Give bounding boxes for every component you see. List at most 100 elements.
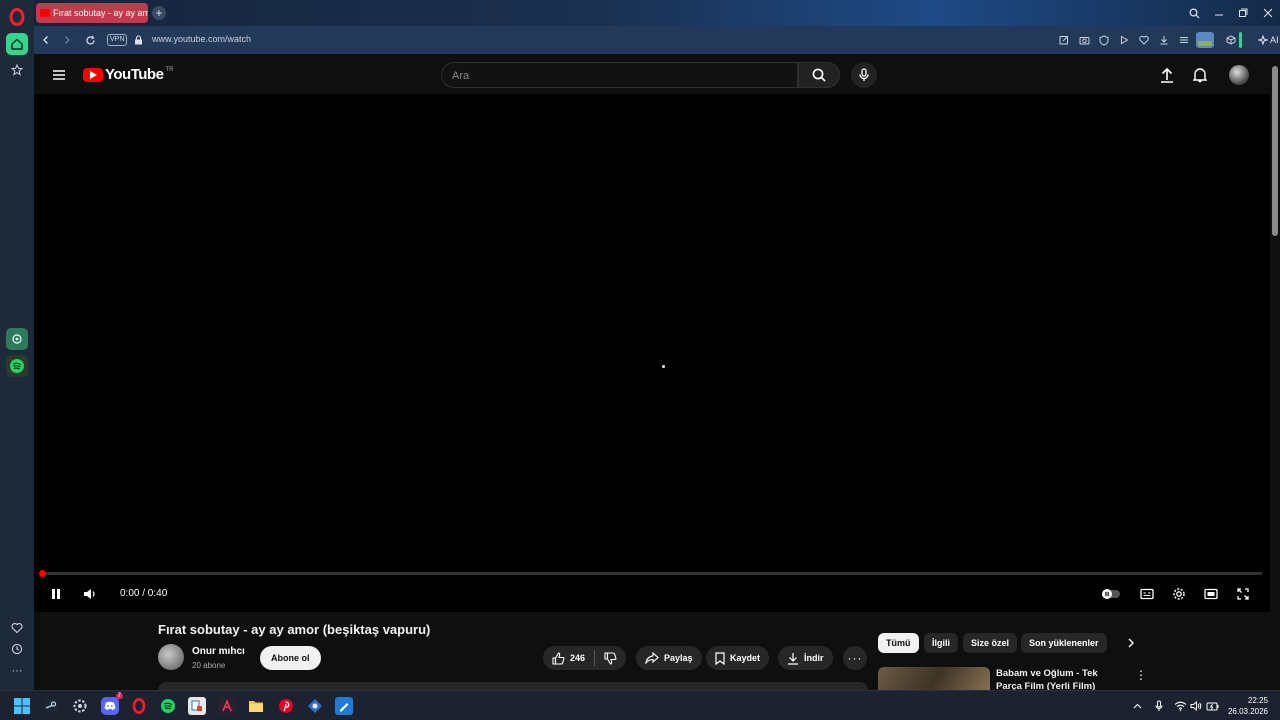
system-clock[interactable]: 22:25 26.03.2026: [1222, 695, 1268, 717]
file-explorer-icon[interactable]: [247, 697, 265, 715]
notifications-bell-icon[interactable]: [1190, 65, 1210, 85]
notepad-app-icon[interactable]: [188, 697, 206, 715]
play-media-icon[interactable]: [1117, 33, 1131, 47]
share-label: Paylaş: [664, 653, 693, 663]
settings-button[interactable]: [1168, 583, 1190, 605]
more-actions-button[interactable]: ···: [843, 646, 867, 670]
subscriber-count: 20 abone: [192, 661, 226, 670]
ai-label: AI: [1270, 35, 1279, 45]
wifi-icon[interactable]: [1173, 699, 1187, 713]
chatgpt-icon[interactable]: [6, 328, 28, 350]
tab-bar: Fırat sobutay - ay ay amor +: [34, 0, 1280, 26]
battery-icon[interactable]: [1205, 699, 1219, 713]
speaker-icon[interactable]: [1189, 699, 1203, 713]
pinterest-icon[interactable]: [277, 697, 295, 715]
youtube-logo[interactable]: YouTube TR: [83, 66, 173, 83]
minimize-button[interactable]: [1211, 5, 1227, 21]
heart-icon[interactable]: [6, 617, 28, 639]
search-placeholder: Ara: [452, 70, 470, 82]
chip-related[interactable]: İlgili: [924, 633, 958, 653]
theater-mode-button[interactable]: [1200, 583, 1222, 605]
url-field[interactable]: www.youtube.com/watch: [152, 34, 251, 44]
dislike-button[interactable]: [604, 651, 617, 665]
lock-icon[interactable]: [131, 33, 145, 47]
editor-app-icon[interactable]: [335, 697, 353, 715]
chip-recently-uploaded[interactable]: Son yüklenenler: [1021, 633, 1107, 653]
separator-bar: [1239, 32, 1242, 48]
camera-snapshot-icon[interactable]: [1077, 33, 1091, 47]
subscribe-button[interactable]: Abone ol: [260, 646, 321, 670]
pause-button[interactable]: [45, 583, 67, 605]
chevron-up-icon[interactable]: [1130, 699, 1144, 713]
easy-setup-menu-icon[interactable]: [1177, 33, 1191, 47]
recommendation-menu-button[interactable]: ⋮: [1134, 668, 1148, 682]
home-icon[interactable]: [6, 33, 28, 55]
chevron-right-icon[interactable]: [1122, 634, 1140, 652]
forward-icon[interactable]: [60, 33, 74, 47]
video-player[interactable]: 0:00 / 0:40: [34, 94, 1270, 612]
volume-button[interactable]: [79, 583, 101, 605]
windows-start-icon[interactable]: [13, 697, 31, 715]
tab-youtube[interactable]: Fırat sobutay - ay ay amor: [36, 3, 148, 23]
recommendation-thumbnail[interactable]: [878, 667, 990, 690]
search-button[interactable]: [798, 62, 840, 88]
chip-for-you[interactable]: Size özel: [963, 633, 1018, 653]
like-button[interactable]: 246: [552, 651, 585, 665]
download-icon[interactable]: [1157, 33, 1171, 47]
extensions-cube-icon[interactable]: [1224, 33, 1238, 47]
back-icon[interactable]: [39, 33, 53, 47]
network-app-icon[interactable]: [306, 697, 324, 715]
favorite-heart-icon[interactable]: [1137, 33, 1151, 47]
shield-adblock-icon[interactable]: [1097, 33, 1111, 47]
microphone-icon: [859, 68, 869, 81]
aria-ai-button[interactable]: AI: [1254, 31, 1280, 49]
opera-logo-icon[interactable]: [8, 8, 26, 26]
new-tab-button[interactable]: +: [152, 6, 166, 20]
discord-icon[interactable]: 7: [101, 693, 123, 715]
channel-name[interactable]: Onur mıhcı: [192, 646, 245, 657]
progress-bar[interactable]: [39, 570, 1262, 577]
chip-all[interactable]: Tümü: [878, 633, 919, 653]
channel-avatar[interactable]: [158, 644, 184, 670]
fullscreen-button[interactable]: [1232, 583, 1254, 605]
history-clock-icon[interactable]: [6, 638, 28, 660]
spotify-taskbar-icon[interactable]: [159, 697, 177, 715]
scrollbar-thumb[interactable]: [1272, 66, 1278, 236]
more-dots-icon[interactable]: ···: [6, 660, 28, 682]
restore-button[interactable]: [1235, 5, 1251, 21]
profile-picture-icon[interactable]: [1196, 32, 1214, 48]
vpn-badge[interactable]: VPN: [107, 34, 128, 46]
subtitles-button[interactable]: [1136, 583, 1158, 605]
hamburger-menu-icon[interactable]: [49, 65, 69, 85]
close-window-button[interactable]: [1260, 5, 1276, 21]
discord-badge: 7: [115, 693, 123, 699]
download-button[interactable]: İndir: [778, 646, 833, 670]
windows-taskbar: 7 22:25 26.03.2026: [0, 690, 1280, 720]
thumbs-down-icon: [604, 651, 617, 665]
edit-note-icon[interactable]: [1057, 33, 1071, 47]
steam-icon[interactable]: [42, 697, 60, 715]
youtube-play-logo-icon: [83, 67, 103, 82]
search-icon: [812, 68, 826, 82]
opera-taskbar-icon[interactable]: [130, 697, 148, 715]
upload-icon[interactable]: [1157, 65, 1177, 85]
spotify-icon[interactable]: [6, 355, 28, 377]
volume-icon: [84, 589, 95, 599]
recommendation-title[interactable]: Babam ve Oğlum - Tek Parça Film (Yerli F…: [996, 667, 1122, 690]
tab-search-icon[interactable]: [1186, 5, 1202, 21]
microphone-tray-icon[interactable]: [1152, 699, 1166, 713]
reload-icon[interactable]: [83, 33, 97, 47]
progress-scrubber[interactable]: [39, 570, 46, 577]
settings-app-icon[interactable]: [71, 697, 89, 715]
save-button[interactable]: Kaydet: [706, 646, 770, 670]
star-bookmark-icon[interactable]: [6, 59, 28, 81]
description-box[interactable]: [158, 682, 868, 690]
affinity-app-icon[interactable]: [218, 697, 236, 715]
account-avatar[interactable]: [1229, 65, 1249, 85]
search-input[interactable]: Ara: [441, 62, 798, 88]
page-scrollbar[interactable]: [1270, 54, 1280, 690]
autoplay-toggle[interactable]: [1100, 583, 1122, 605]
voice-search-button[interactable]: [851, 62, 877, 88]
fullscreen-icon: [1237, 588, 1249, 600]
share-button[interactable]: Paylaş: [636, 646, 702, 670]
